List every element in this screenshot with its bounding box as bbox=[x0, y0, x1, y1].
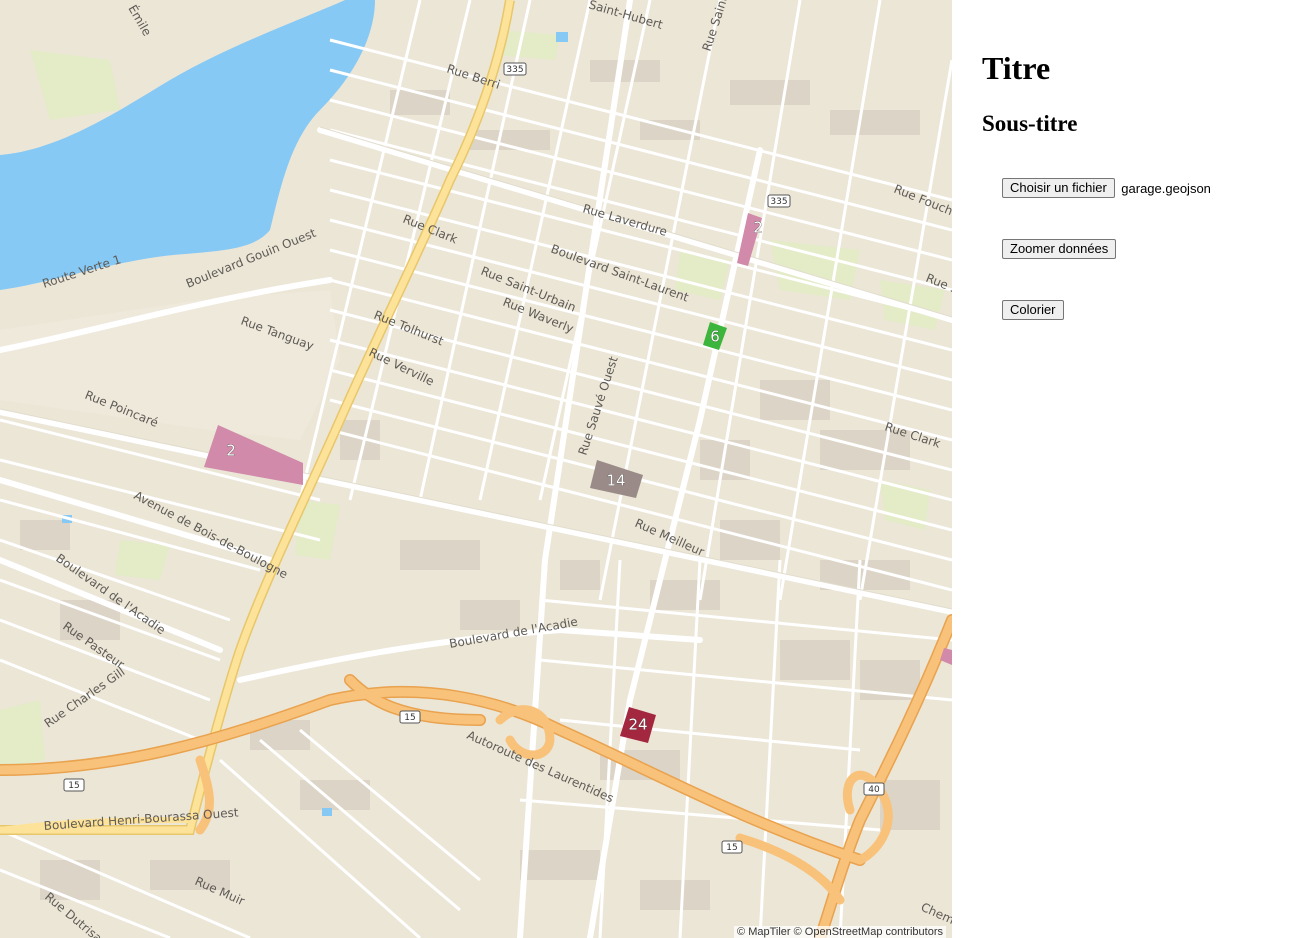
polygon-label: 2 bbox=[753, 219, 763, 237]
shield-40: 40 bbox=[863, 782, 885, 796]
page-subtitle: Sous-titre bbox=[982, 111, 1078, 136]
map-view[interactable]: 2 2 6 14 24 335 335 15 15 15 40 Émile Sa… bbox=[0, 0, 952, 938]
polygon-label: 6 bbox=[710, 328, 720, 346]
map-canvas[interactable]: 2 2 6 14 24 335 335 15 15 15 40 Émile Sa… bbox=[0, 0, 952, 938]
svg-text:40: 40 bbox=[868, 785, 880, 795]
svg-text:335: 335 bbox=[506, 65, 523, 75]
choose-file-button[interactable]: Choisir un fichier bbox=[1002, 178, 1115, 198]
svg-text:15: 15 bbox=[726, 843, 737, 853]
shield-15: 15 bbox=[721, 840, 743, 854]
page-title: Titre bbox=[982, 50, 1051, 86]
polygon-label: 2 bbox=[226, 442, 236, 460]
svg-text:15: 15 bbox=[404, 713, 415, 723]
pond bbox=[556, 32, 568, 42]
shield-15: 15 bbox=[63, 778, 85, 792]
selected-file-name: garage.geojson bbox=[1121, 180, 1211, 196]
polygon-label: 14 bbox=[606, 472, 625, 490]
shield-335: 335 bbox=[767, 194, 791, 208]
polygon-label: 24 bbox=[628, 716, 647, 734]
side-panel: Titre Sous-titre Choisir un fichier gara… bbox=[952, 0, 1313, 938]
file-input: Choisir un fichier garage.geojson bbox=[1002, 178, 1211, 198]
map-attribution[interactable]: © MapTiler © OpenStreetMap contributors bbox=[734, 926, 946, 938]
zoom-data-button[interactable]: Zoomer données bbox=[1002, 239, 1117, 259]
pond bbox=[322, 808, 332, 816]
svg-text:335: 335 bbox=[770, 197, 787, 207]
shield-15: 15 bbox=[399, 710, 421, 724]
colorize-button[interactable]: Colorier bbox=[1002, 300, 1064, 320]
svg-text:15: 15 bbox=[68, 781, 79, 791]
shield-335: 335 bbox=[503, 62, 527, 76]
